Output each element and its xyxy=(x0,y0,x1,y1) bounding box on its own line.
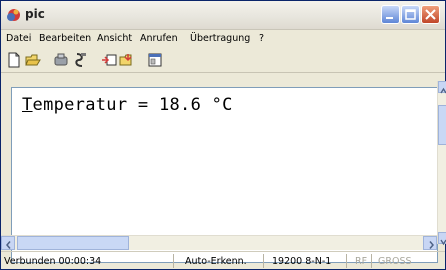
status-rf: RF xyxy=(355,256,368,267)
chevron-down-icon xyxy=(440,239,446,246)
disconnect-icon[interactable] xyxy=(73,52,89,68)
menu-ansicht[interactable]: Ansicht xyxy=(97,33,132,44)
scroll-up-button[interactable] xyxy=(438,81,446,94)
status-settings: 19200 8-N-1 xyxy=(272,256,332,267)
scroll-right-button[interactable] xyxy=(423,236,437,250)
window-title: pic xyxy=(25,7,45,21)
horizontal-scroll-thumb[interactable] xyxy=(17,236,129,250)
terminal-cursor-char: T xyxy=(22,95,33,115)
terminal-line-text: emperatur = 18.6 °C xyxy=(32,95,233,115)
horizontal-scrollbar[interactable] xyxy=(1,235,437,250)
close-icon xyxy=(425,9,436,20)
chevron-left-icon xyxy=(6,241,11,249)
status-divider xyxy=(371,254,372,268)
status-divider xyxy=(263,254,264,268)
status-gross: GROSS xyxy=(378,256,412,267)
receive-icon[interactable] xyxy=(119,52,135,68)
menu-bar: Datei Bearbeiten Ansicht Anrufen Übertra… xyxy=(1,30,445,47)
connect-icon[interactable] xyxy=(53,52,69,68)
chevron-up-icon xyxy=(440,87,446,94)
new-icon[interactable] xyxy=(6,52,22,68)
open-icon[interactable] xyxy=(25,52,41,68)
maximize-icon xyxy=(405,9,416,20)
maximize-button[interactable] xyxy=(401,5,420,24)
chevron-right-icon xyxy=(429,241,434,249)
send-icon[interactable] xyxy=(101,52,117,68)
vertical-scroll-thumb[interactable] xyxy=(438,105,446,145)
status-divider xyxy=(346,254,347,268)
menu-uebertragung[interactable]: Übertragung xyxy=(190,33,250,44)
close-button[interactable] xyxy=(421,5,440,24)
toolbar xyxy=(1,49,445,73)
app-icon xyxy=(7,9,20,21)
status-connected: Verbunden 00:00:34 xyxy=(4,256,102,267)
menu-bearbeiten[interactable]: Bearbeiten xyxy=(39,33,91,44)
properties-icon[interactable] xyxy=(147,52,163,68)
minimize-icon xyxy=(386,17,393,19)
title-bar[interactable]: pic xyxy=(1,1,445,30)
menu-anrufen[interactable]: Anrufen xyxy=(140,33,178,44)
scroll-down-button[interactable] xyxy=(438,232,446,246)
vertical-scrollbar[interactable] xyxy=(437,81,446,246)
app-window: pic Datei Bearbeiten Ansicht Anrufen Übe… xyxy=(0,0,446,270)
terminal-line: Temperatur = 18.6 °C xyxy=(22,95,233,115)
status-detect: Auto-Erkenn. xyxy=(185,256,247,267)
menu-help[interactable]: ? xyxy=(259,33,264,44)
scroll-left-button[interactable] xyxy=(1,236,15,250)
menu-datei[interactable]: Datei xyxy=(6,33,31,44)
status-bar: Verbunden 00:00:34 Auto-Erkenn. 19200 8-… xyxy=(1,251,445,270)
minimize-button[interactable] xyxy=(381,5,400,24)
status-divider xyxy=(173,254,174,268)
